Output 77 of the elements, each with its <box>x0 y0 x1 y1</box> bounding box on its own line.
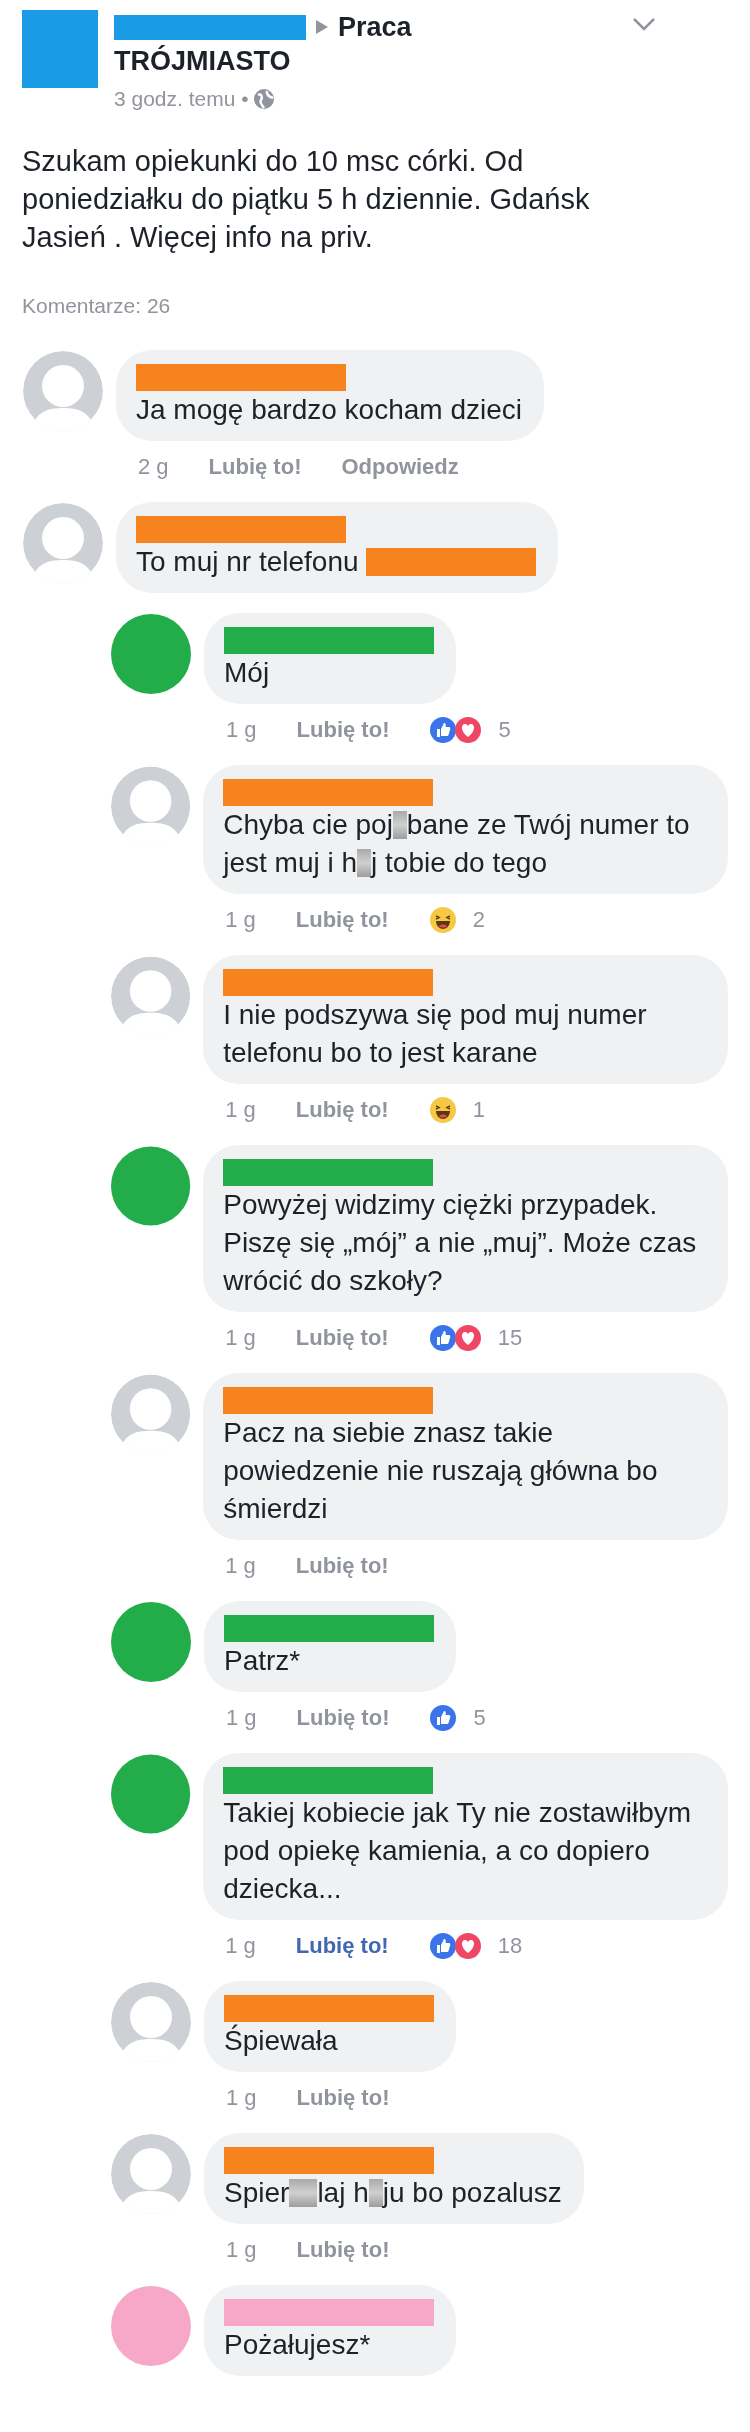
like-link[interactable]: Lubię to! <box>296 2082 390 2113</box>
like-link[interactable]: Lubię to! <box>295 1550 389 1581</box>
comment-text: Powyżej widzimy ciężki przypadek. Piszę się „mój” a nie „muj”. Może czas wrócić do szkoły? <box>223 1187 698 1298</box>
like-link[interactable]: Lubię to! <box>295 1322 389 1353</box>
avatar[interactable] <box>110 954 192 1037</box>
avatar[interactable] <box>110 2132 192 2215</box>
reaction-count[interactable]: 5 <box>473 1702 486 1733</box>
comment-time: 1 g <box>226 1703 257 1732</box>
comment-text: I nie podszywa się pod muj numer telefonu bo to jest karane <box>223 997 648 1070</box>
like-link[interactable]: Lubię to! <box>295 904 389 935</box>
like-link[interactable]: Lubię to! <box>208 451 302 482</box>
comment-time: 1 g <box>225 1551 256 1580</box>
redaction-bar[interactable] <box>224 626 434 654</box>
reaction-count[interactable]: 15 <box>497 1322 523 1353</box>
like-link[interactable]: Lubię to! <box>296 2234 390 2265</box>
comment-time: 1 g <box>225 1931 256 1960</box>
post-text: Szukam opiekunki do 10 msc córki. Od poniedziałku do piątku 5 h dziennie. Gdańsk Jasień . Więcej info na priv. <box>22 144 591 255</box>
redaction-bar[interactable] <box>223 1386 434 1414</box>
redaction-bar[interactable] <box>136 363 346 391</box>
avatar[interactable] <box>22 501 104 584</box>
avatar[interactable] <box>110 1144 192 1227</box>
comment-time: 1 g <box>225 1095 256 1124</box>
reaction-count[interactable]: 1 <box>472 1094 485 1125</box>
comment-time: 2 g <box>138 452 169 481</box>
avatar[interactable] <box>110 764 192 847</box>
redaction-bar[interactable] <box>223 968 434 996</box>
comment-time: 1 g <box>225 1323 256 1352</box>
like-link[interactable]: Lubię to! <box>296 714 390 745</box>
redaction-bar[interactable] <box>224 1994 434 2022</box>
reaction-count[interactable]: 5 <box>498 714 511 745</box>
avatar[interactable] <box>110 2284 192 2367</box>
redaction-bar[interactable] <box>223 1766 434 1794</box>
avatar[interactable] <box>110 1600 192 1683</box>
redaction-bar[interactable] <box>224 2298 434 2326</box>
laughing-emoji-icon[interactable] <box>428 905 457 934</box>
comment-text: To muj nr telefonu <box>136 542 537 581</box>
comment-text: Pacz na siebie znasz takie powiedzenie nie ruszają główna bo śmierdzi <box>223 1415 659 1526</box>
comment-text: Ja mogę bardzo kocham dzieci <box>136 392 522 427</box>
like-icon[interactable] <box>428 1931 457 1960</box>
like-link[interactable]: Lubię to! <box>295 1930 389 1961</box>
comment-time: 1 g <box>226 2083 257 2112</box>
redaction-bar[interactable] <box>224 1614 434 1642</box>
redaction-bar[interactable] <box>136 515 346 543</box>
reaction-count[interactable]: 2 <box>472 904 485 935</box>
group-name[interactable]: Praca <box>338 10 412 44</box>
like-link[interactable]: Lubię to! <box>296 1702 390 1733</box>
avatar[interactable] <box>110 1372 192 1455</box>
post-time[interactable]: 3 godz. temu • <box>114 82 249 116</box>
like-icon[interactable] <box>429 1703 458 1732</box>
comment-time: 1 g <box>226 2235 257 2264</box>
like-icon[interactable] <box>429 715 458 744</box>
like-link[interactable]: Lubię to! <box>295 1094 389 1125</box>
comment-time: 1 g <box>226 715 257 744</box>
comment-text: Chyba cie poj bane ze Twój numer to jest muj i h j tobie do tego <box>223 807 691 880</box>
avatar[interactable] <box>22 349 104 432</box>
comment-text: Śpiewała <box>224 2023 339 2058</box>
reaction-count[interactable]: 18 <box>497 1930 523 1961</box>
comment-text: Patrz* <box>224 1643 302 1678</box>
avatar[interactable] <box>110 1752 192 1835</box>
laughing-emoji-icon[interactable] <box>428 1095 457 1124</box>
comment-text: Spier laj h ju bo pozalusz <box>224 2175 562 2210</box>
chevron-icon[interactable] <box>632 16 656 32</box>
redaction-bar[interactable] <box>224 2146 434 2174</box>
comment-count[interactable]: Komentarze: 26 <box>22 290 728 322</box>
redaction-bar[interactable] <box>223 778 434 806</box>
comment-text: Takiej kobiecie jak Ty nie zostawiłbym pod opiekę kamienia, a co dopiero dziecka... <box>223 1795 693 1906</box>
reply-link[interactable]: Odpowiedz <box>341 451 459 482</box>
comment-text: Pożałujesz* <box>224 2327 372 2362</box>
redaction-bar[interactable] <box>223 1158 434 1186</box>
comment-text: Mój <box>224 655 271 690</box>
globe-icon <box>252 88 275 110</box>
group-name[interactable]: TRÓJMIASTO <box>114 44 412 78</box>
caret-icon <box>314 18 330 36</box>
comment-time: 1 g <box>225 905 256 934</box>
avatar[interactable] <box>110 1980 192 2063</box>
like-icon[interactable] <box>428 1323 457 1352</box>
avatar[interactable] <box>110 612 192 695</box>
